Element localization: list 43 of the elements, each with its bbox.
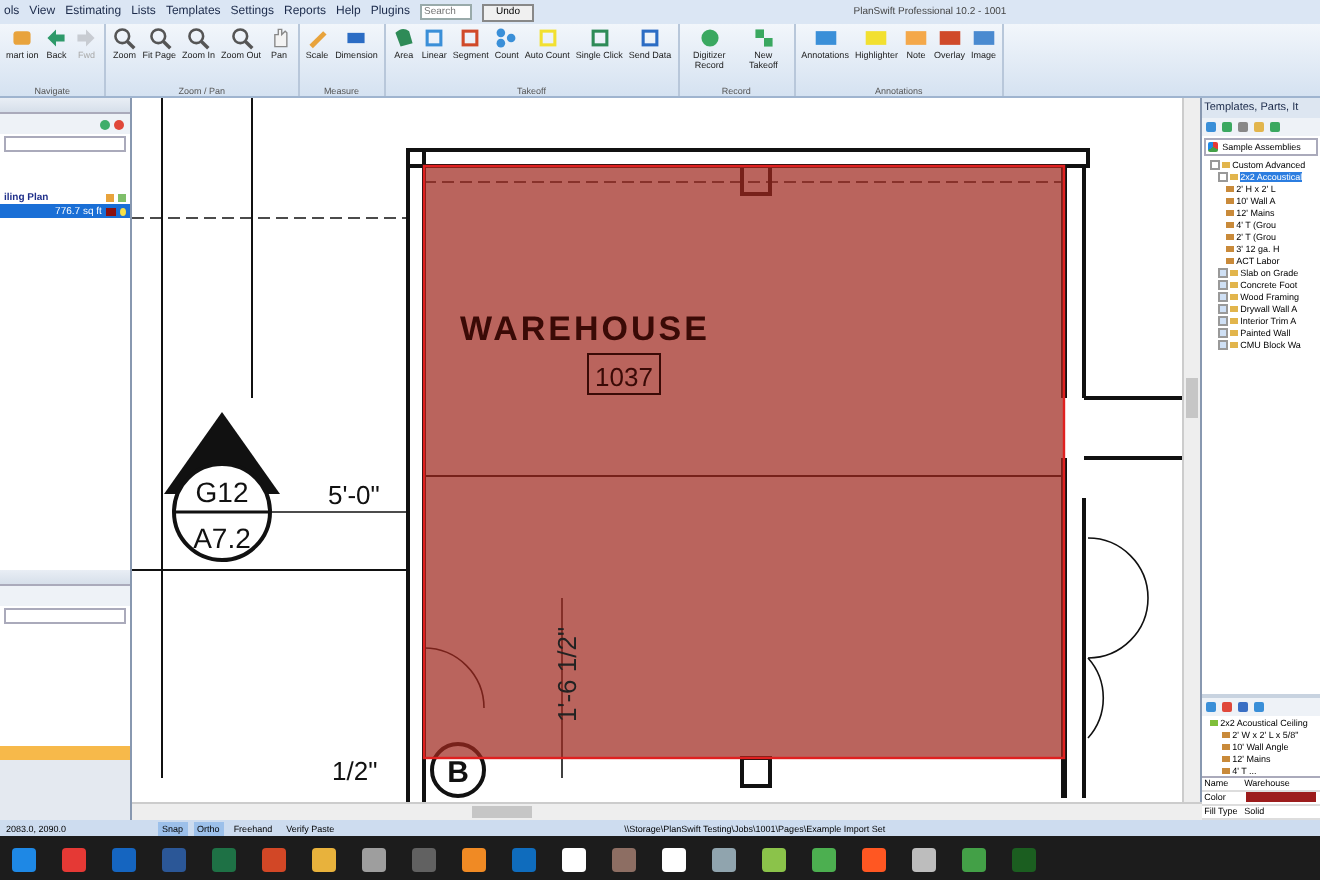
circle-icon bbox=[697, 26, 722, 50]
color-swatch bbox=[105, 207, 116, 215]
expand-toggle[interactable] bbox=[1218, 327, 1229, 337]
count-dots-icon bbox=[494, 26, 519, 50]
taskbar-app-icon[interactable] bbox=[662, 847, 686, 871]
filter-field[interactable] bbox=[4, 136, 126, 152]
taskbar-app-icon[interactable] bbox=[762, 847, 786, 871]
taskbar-app-icon[interactable] bbox=[312, 847, 336, 871]
panel-header bbox=[0, 98, 130, 114]
vertical-scrollbar[interactable] bbox=[1182, 98, 1201, 802]
floor-plan-drawing: WAREHOUSE 1037 G12 A7.2 5'-0" 1'-6 1/2" 1/2" B bbox=[131, 98, 1182, 802]
left-arrow-icon bbox=[44, 26, 69, 50]
expand-toggle[interactable] bbox=[1218, 315, 1229, 325]
panel-header bbox=[0, 570, 130, 586]
taskbar-app-icon[interactable] bbox=[812, 847, 836, 871]
magnifier-icon bbox=[112, 26, 137, 50]
panel-toolbar bbox=[0, 586, 130, 606]
assembly-icon bbox=[1210, 719, 1219, 725]
panel-footer bbox=[0, 760, 130, 820]
collapse-toggle[interactable] bbox=[1210, 159, 1221, 169]
taskbar-app-icon[interactable] bbox=[912, 847, 936, 871]
expand-toggle[interactable] bbox=[1218, 279, 1229, 289]
lock-icon[interactable] bbox=[105, 193, 114, 201]
expand-toggle[interactable] bbox=[1218, 267, 1229, 277]
color-swatch[interactable] bbox=[1246, 792, 1316, 802]
taskbar-app-icon[interactable] bbox=[712, 847, 736, 871]
add-icon[interactable] bbox=[99, 119, 110, 129]
right-arrow-icon bbox=[74, 26, 99, 50]
collapse-toggle[interactable] bbox=[1218, 171, 1229, 181]
horizontal-scrollbar[interactable] bbox=[131, 802, 1202, 820]
bulb-icon[interactable] bbox=[119, 207, 126, 215]
delete-icon[interactable] bbox=[113, 119, 124, 129]
blocks-icon bbox=[751, 26, 776, 50]
taskbar-app-icon[interactable] bbox=[362, 847, 386, 871]
area-shape-icon bbox=[391, 26, 416, 50]
expand-toggle[interactable] bbox=[1218, 339, 1229, 349]
expand-toggle[interactable] bbox=[1218, 291, 1229, 301]
search-field[interactable] bbox=[4, 608, 126, 624]
taskbar-app-icon[interactable] bbox=[462, 847, 486, 871]
expand-toggle[interactable] bbox=[1218, 303, 1229, 313]
taskbar-app-icon[interactable] bbox=[562, 847, 586, 871]
highlighted-bar bbox=[0, 746, 130, 760]
layers-icon[interactable] bbox=[117, 193, 126, 201]
